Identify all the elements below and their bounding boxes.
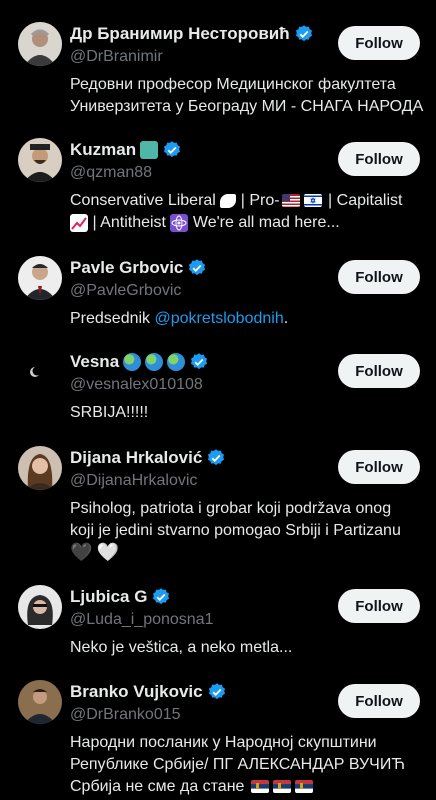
display-name-text: Др Бранимир Несторовић: [70, 24, 290, 43]
verified-badge-icon: [206, 448, 226, 468]
bio-line: Републике Србије/ ПГ АЛЕКСАНДАР ВУЧИЋ: [70, 756, 405, 773]
user-cell-drbranko015[interactable]: Branko Vujkovic @DrBranko015 Follow Наро…: [0, 680, 436, 800]
avatar[interactable]: [18, 256, 62, 300]
user-handle[interactable]: @PavleGrbovic: [70, 282, 181, 300]
globe-emoji-icon: [145, 353, 164, 371]
atom-emoji-icon: [170, 213, 189, 232]
statue-of-liberty-emoji-icon: [140, 141, 159, 159]
bio-line-3: Србија не сме да стане: [70, 776, 422, 798]
bio-line: Predsednik @pokretslobodnih.: [70, 308, 422, 330]
user-bio: Psiholog, patriota i grobar koji podržav…: [70, 498, 422, 565]
follow-button[interactable]: Follow: [338, 142, 420, 176]
avatar[interactable]: [18, 350, 62, 394]
user-handle[interactable]: @Luda_i_ponosna1: [70, 611, 213, 629]
display-name[interactable]: Ljubica G: [70, 587, 171, 607]
avatar[interactable]: [18, 138, 62, 182]
bio-line-1: Conservative Liberal | Pro- | Capitalist: [70, 190, 422, 212]
serbia-flag-icon: [294, 780, 313, 794]
follow-button[interactable]: Follow: [338, 26, 420, 60]
user-bio: Neko je veštica, a neko metla...: [70, 637, 422, 659]
bio-text: | Antitheist: [92, 214, 166, 231]
follow-button[interactable]: Follow: [338, 450, 420, 484]
user-cell-luda-i-ponosna[interactable]: Ljubica G @Luda_i_ponosna1 Follow Neko j…: [0, 585, 436, 665]
user-bio: Редовни професор Медицинског факултета У…: [70, 74, 424, 118]
bio-line: Psiholog, patriota i grobar koji podržav…: [70, 500, 392, 517]
bio-text: | Capitalist: [328, 192, 403, 209]
follow-button[interactable]: Follow: [338, 354, 420, 388]
avatar[interactable]: [18, 22, 62, 66]
verified-badge-icon: [151, 587, 171, 607]
bio-text: Predsednik: [70, 310, 155, 327]
bio-text: .: [283, 310, 289, 327]
user-cell-dijanahrkalovic[interactable]: Dijana Hrkalović @DijanaHrkalovic Follow…: [0, 446, 436, 572]
display-name-text: Vesna: [70, 352, 120, 371]
user-handle[interactable]: @DijanaHrkalovic: [70, 472, 197, 490]
user-bio: Conservative Liberal | Pro- | Capitalist…: [70, 190, 422, 234]
israel-flag-icon: [303, 194, 322, 208]
display-name[interactable]: Др Бранимир Несторовић: [70, 24, 314, 44]
mention-link[interactable]: @pokretslobodnih: [155, 310, 284, 327]
bio-line: koji je jedini stvarno pomogao Srbiji i …: [70, 522, 401, 539]
display-name-text: Kuzman: [70, 140, 137, 159]
verified-badge-icon: [162, 140, 182, 160]
display-name[interactable]: Pavle Grbovic: [70, 258, 207, 278]
serbia-flag-icon: [250, 780, 269, 794]
user-bio: SRBIJA!!!!!: [70, 402, 422, 424]
display-name-text: Pavle Grbovic: [70, 258, 184, 277]
black-heart-emoji: 🖤: [70, 542, 93, 563]
user-cell-pavlegrbovic[interactable]: Pavle Grbovic @PavleGrbovic Follow Preds…: [0, 256, 436, 336]
user-bio: Народни посланик у Народној скупштини Ре…: [70, 732, 422, 798]
follow-button[interactable]: Follow: [338, 589, 420, 623]
user-cell-vesnalex[interactable]: Vesna @vesnalex010108 Follow SRBIJA!!!!!: [0, 350, 436, 430]
user-handle[interactable]: @qzman88: [70, 164, 152, 182]
eagle-emoji-icon: [220, 193, 237, 208]
user-handle[interactable]: @vesnalex010108: [70, 376, 203, 394]
who-to-follow-list: Др Бранимир Несторовић @DrBranimir Follo…: [0, 0, 436, 800]
user-bio: Predsednik @pokretslobodnih.: [70, 308, 422, 330]
display-name[interactable]: Dijana Hrkalović: [70, 448, 226, 468]
bio-text: We're all mad here...: [192, 214, 340, 231]
us-flag-icon: [281, 194, 300, 208]
display-name[interactable]: Vesna: [70, 352, 209, 372]
globe-emoji-icon: [167, 353, 186, 371]
bio-line: Редовни професор Медицинског факултета: [70, 76, 396, 93]
bio-text: Conservative Liberal: [70, 192, 216, 209]
display-name-text: Dijana Hrkalović: [70, 448, 203, 467]
bio-emoji-line: 🖤 🤍: [70, 542, 422, 565]
display-name[interactable]: Branko Vujkovic: [70, 682, 227, 702]
serbia-flag-icon: [272, 780, 291, 794]
avatar[interactable]: [18, 585, 62, 629]
verified-badge-icon: [294, 24, 314, 44]
bio-line: Neko je veštica, a neko metla...: [70, 639, 293, 656]
bio-text: Србија не сме да стане: [70, 778, 245, 795]
white-heart-emoji: 🤍: [96, 542, 120, 563]
bio-text: | Pro-: [240, 192, 280, 209]
avatar[interactable]: [18, 680, 62, 724]
user-handle[interactable]: @DrBranko015: [70, 706, 181, 724]
user-cell-drbranimir[interactable]: Др Бранимир Несторовић @DrBranimir Follo…: [0, 22, 436, 122]
bio-line: Универзитета у Београду МИ - СНАГА НАРОД…: [70, 98, 424, 115]
display-name-text: Branko Vujkovic: [70, 682, 203, 701]
globe-emoji-icon: [123, 353, 142, 371]
chart-up-emoji-icon: [70, 213, 88, 232]
user-handle[interactable]: @DrBranimir: [70, 48, 163, 66]
bio-line: SRBIJA!!!!!: [70, 404, 149, 421]
verified-badge-icon: [207, 682, 227, 702]
display-name-text: Ljubica G: [70, 587, 148, 606]
verified-badge-icon: [189, 352, 209, 372]
avatar[interactable]: [18, 446, 62, 490]
bio-line-2: | Antitheist We're all mad here...: [70, 212, 422, 234]
follow-button[interactable]: Follow: [338, 260, 420, 294]
follow-button[interactable]: Follow: [338, 684, 420, 718]
bio-line: Народни посланик у Народној скупштини: [70, 734, 377, 751]
display-name[interactable]: Kuzman: [70, 140, 182, 160]
user-cell-qzman88[interactable]: Kuzman @qzman88 Follow Conservative Libe…: [0, 138, 436, 242]
verified-badge-icon: [187, 258, 207, 278]
